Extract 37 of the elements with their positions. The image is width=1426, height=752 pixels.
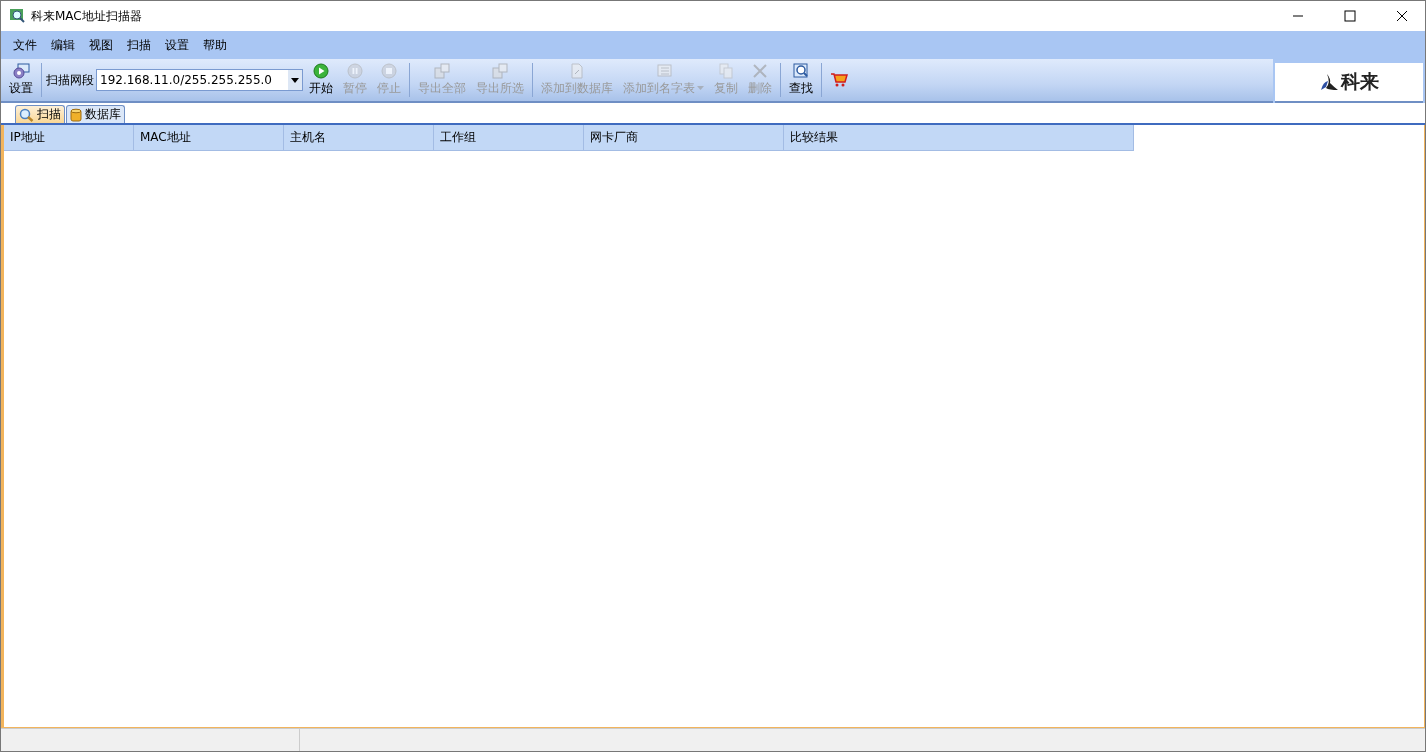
logo: 科来 xyxy=(1275,63,1423,103)
column-header[interactable]: 主机名 xyxy=(284,125,434,150)
window-title: 科来MAC地址扫描器 xyxy=(31,7,143,25)
magnifier-icon xyxy=(19,107,34,122)
column-header[interactable]: 工作组 xyxy=(434,125,584,150)
copy-icon xyxy=(718,63,734,79)
close-icon xyxy=(1396,10,1408,22)
play-icon xyxy=(313,63,329,79)
menu-item[interactable]: 文件 xyxy=(6,34,44,56)
scan-range-label: 扫描网段 xyxy=(46,71,94,89)
cart-icon xyxy=(830,72,848,88)
database-icon xyxy=(70,107,82,122)
tab[interactable]: 扫描 xyxy=(15,105,65,123)
menu-item[interactable]: 编辑 xyxy=(44,34,82,56)
play-toolbar-button[interactable]: 开始 xyxy=(305,61,337,99)
maximize-icon xyxy=(1344,10,1356,22)
search-icon xyxy=(792,63,810,79)
stop-icon xyxy=(381,63,397,79)
menu-item[interactable]: 视图 xyxy=(82,34,120,56)
app-magnifier-icon xyxy=(9,8,25,24)
find-toolbar-button[interactable]: 查找 xyxy=(785,61,817,99)
column-header[interactable]: 网卡厂商 xyxy=(584,125,784,150)
settings-toolbar-button[interactable]: 设置 xyxy=(5,61,37,99)
column-header[interactable]: 比较结果 xyxy=(784,125,1134,150)
delete-icon xyxy=(752,63,768,79)
tab[interactable]: 数据库 xyxy=(66,105,125,123)
pause-icon xyxy=(347,63,363,79)
list-icon xyxy=(654,63,673,79)
column-header[interactable]: MAC地址 xyxy=(134,125,284,150)
menu-item[interactable]: 设置 xyxy=(158,34,196,56)
scan-range-dropdown[interactable]: 192.168.11.0/255.255.255.0 xyxy=(96,69,303,91)
column-header[interactable]: IP地址 xyxy=(4,125,134,150)
logo-mark-icon xyxy=(1319,73,1339,91)
document-icon xyxy=(569,63,585,79)
caret-icon xyxy=(291,77,299,83)
menu-item[interactable]: 扫描 xyxy=(120,34,158,56)
menu-item[interactable]: 帮助 xyxy=(196,34,234,56)
